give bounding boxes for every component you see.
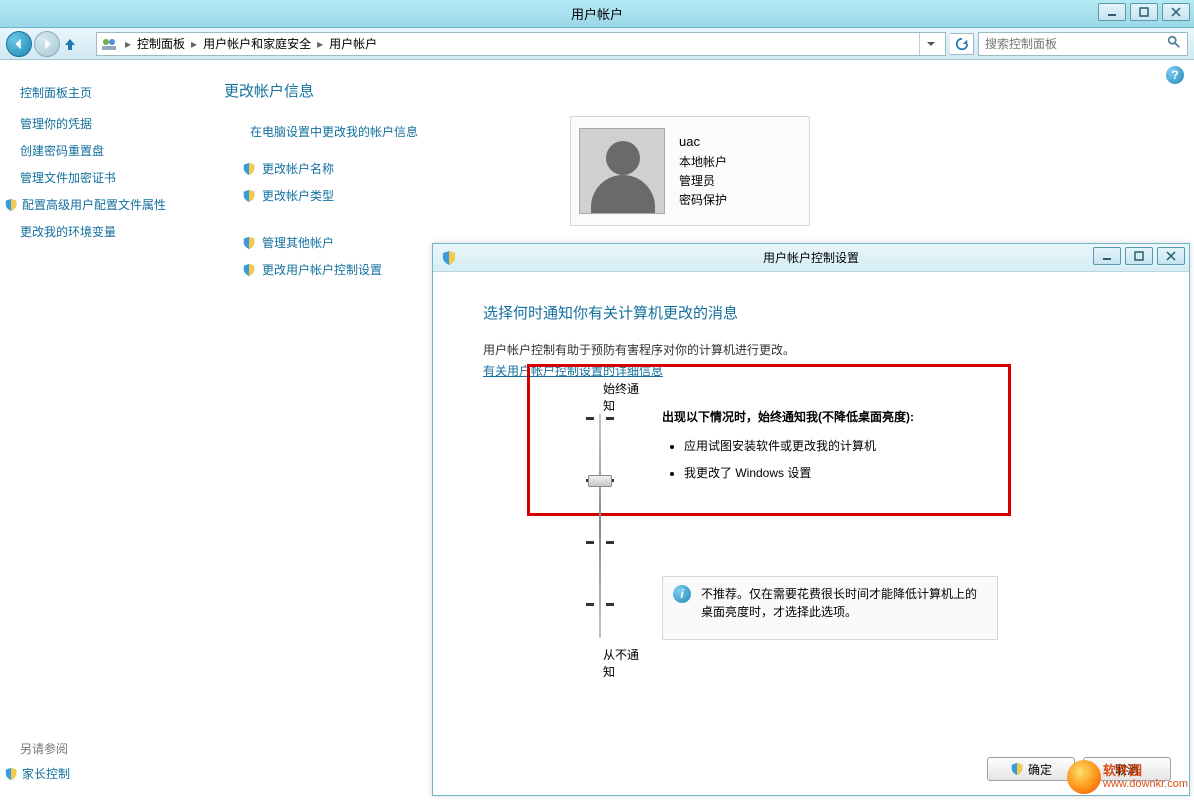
shield-icon (441, 250, 457, 266)
watermark-text-top: 软件园 (1103, 764, 1142, 778)
help-icon[interactable]: ? (1166, 66, 1184, 84)
uac-titlebar: 用户帐户控制设置 (433, 244, 1189, 272)
uac-description: 用户帐户控制有助于预防有害程序对你的计算机进行更改。 (483, 341, 1155, 358)
user-card: uac 本地帐户 管理员 密码保护 (570, 116, 810, 226)
uac-dialog: 用户帐户控制设置 选择何时通知你有关计算机更改的消息 用户帐户控制有助于预防有害… (432, 243, 1190, 796)
slider-label-bottom: 从不通知 (603, 646, 646, 680)
uac-minimize-button[interactable] (1093, 247, 1121, 265)
slider-label-top: 始终通知 (603, 380, 646, 414)
shield-icon (242, 162, 256, 176)
search-input[interactable]: 搜索控制面板 (978, 32, 1188, 56)
window-buttons (1098, 3, 1190, 21)
slider-track[interactable] (599, 414, 601, 638)
sidebar-item-password-reset-disk[interactable]: 创建密码重置盘 (20, 142, 194, 159)
uac-level-bullet: 应用试图安装软件或更改我的计算机 (684, 437, 1000, 454)
shield-icon (4, 767, 18, 781)
user-info: uac 本地帐户 管理员 密码保护 (679, 132, 727, 210)
path-sep-icon: ▸ (121, 37, 135, 51)
uac-recommendation-text: 不推荐。仅在需要花费很长时间才能降低计算机上的桌面亮度时，才选择此选项。 (701, 585, 987, 631)
shield-icon (242, 189, 256, 203)
maximize-button[interactable] (1130, 3, 1158, 21)
shield-icon (242, 236, 256, 250)
navigation-bar: ▸ 控制面板 ▸ 用户帐户和家庭安全 ▸ 用户帐户 搜索控制面板 (0, 28, 1194, 60)
back-button[interactable] (6, 31, 32, 57)
uac-window-buttons (1093, 247, 1185, 265)
ok-button[interactable]: 确定 (987, 757, 1075, 781)
shield-icon (242, 263, 256, 277)
user-account-type: 本地帐户 (679, 153, 727, 172)
forward-button[interactable] (34, 31, 60, 57)
breadcrumb-seg-1[interactable]: 控制面板 (135, 35, 187, 52)
uac-close-button[interactable] (1157, 247, 1185, 265)
user-role: 管理员 (679, 172, 727, 191)
breadcrumb-seg-2[interactable]: 用户帐户和家庭安全 (201, 35, 313, 52)
breadcrumb-seg-3[interactable]: 用户帐户 (327, 35, 379, 52)
uac-heading: 选择何时通知你有关计算机更改的消息 (483, 302, 1155, 323)
window-title: 用户帐户 (571, 4, 623, 23)
search-placeholder: 搜索控制面板 (985, 35, 1057, 52)
sidebar: 控制面板主页 管理你的凭据 创建密码重置盘 管理文件加密证书 配置高级用户配置文… (0, 60, 200, 800)
sidebar-item-advanced-profiles[interactable]: 配置高级用户配置文件属性 (4, 196, 194, 213)
see-also-heading: 另请参阅 (20, 740, 70, 757)
watermark: 软件园 www.downkr.com (1067, 760, 1188, 794)
shield-icon (4, 198, 18, 212)
path-sep-icon: ▸ (313, 37, 327, 51)
window-titlebar: 用户帐户 (0, 0, 1194, 28)
uac-recommendation: i 不推荐。仅在需要花费很长时间才能降低计算机上的桌面亮度时，才选择此选项。 (662, 576, 998, 640)
sidebar-item-environment-variables[interactable]: 更改我的环境变量 (20, 223, 194, 240)
sidebar-item-credentials[interactable]: 管理你的凭据 (20, 115, 194, 132)
path-sep-icon: ▸ (187, 37, 201, 51)
user-name: uac (679, 132, 727, 153)
watermark-logo-icon (1067, 760, 1101, 794)
user-password-status: 密码保护 (679, 191, 727, 210)
location-icon (101, 36, 117, 52)
refresh-button[interactable] (950, 33, 974, 55)
uac-title: 用户帐户控制设置 (763, 249, 859, 266)
uac-maximize-button[interactable] (1125, 247, 1153, 265)
address-bar[interactable]: ▸ 控制面板 ▸ 用户帐户和家庭安全 ▸ 用户帐户 (96, 32, 946, 56)
uac-level-heading: 出现以下情况时，始终通知我(不降低桌面亮度): (662, 408, 1000, 425)
uac-level-description: 出现以下情况时，始终通知我(不降低桌面亮度): 应用试图安装软件或更改我的计算机… (662, 408, 1000, 491)
page-heading: 更改帐户信息 (224, 80, 1170, 101)
sidebar-heading[interactable]: 控制面板主页 (20, 84, 194, 101)
watermark-text-bottom: www.downkr.com (1103, 778, 1188, 790)
up-button[interactable] (62, 36, 78, 52)
minimize-button[interactable] (1098, 3, 1126, 21)
search-icon (1167, 35, 1181, 52)
sidebar-item-file-encryption-certificates[interactable]: 管理文件加密证书 (20, 169, 194, 186)
close-button[interactable] (1162, 3, 1190, 21)
sidebar-item-parental-controls[interactable]: 家长控制 (4, 765, 70, 782)
slider-thumb[interactable] (588, 475, 612, 487)
address-dropdown-icon[interactable] (919, 33, 941, 55)
uac-level-bullet: 我更改了 Windows 设置 (684, 464, 1000, 481)
info-icon: i (673, 585, 691, 603)
shield-icon (1010, 762, 1024, 776)
avatar (579, 128, 665, 214)
